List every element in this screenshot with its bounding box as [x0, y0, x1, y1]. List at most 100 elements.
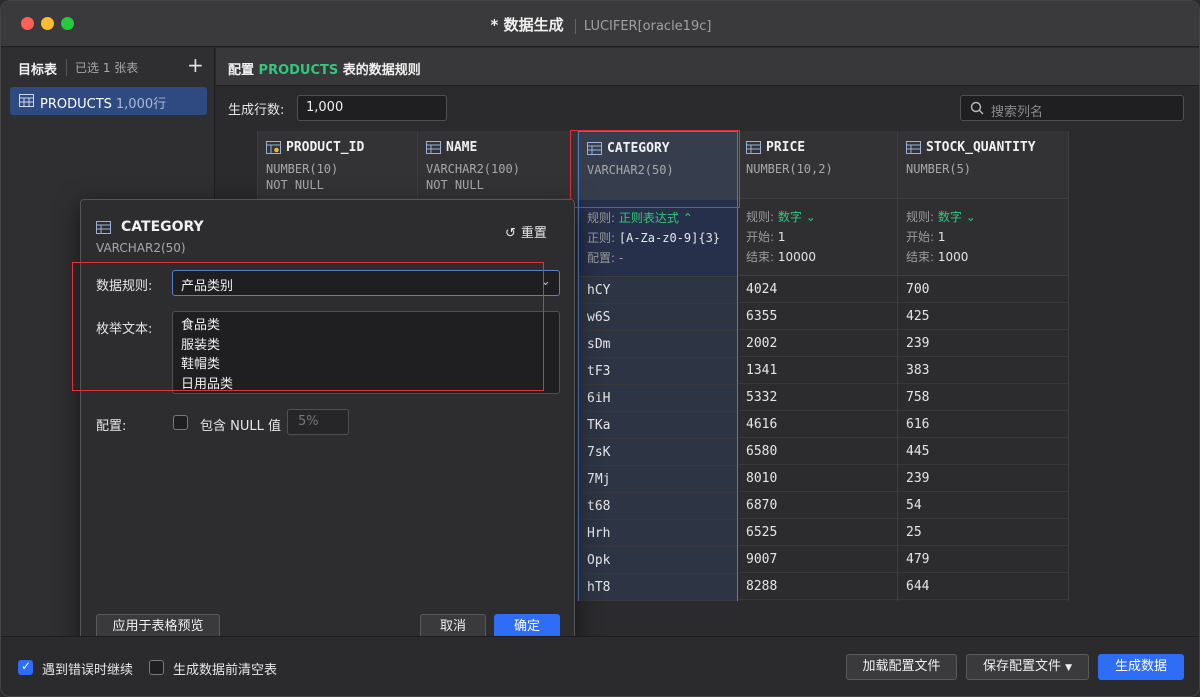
rule-line3-value: 10000	[777, 250, 817, 264]
save-config-button[interactable]: 保存配置文件 ▼	[966, 654, 1089, 680]
table-cell: w6S	[579, 304, 737, 331]
column-stock-quantity[interactable]: STOCK_QUANTITY NUMBER(5) 规则: 数字 ⌄ 开始: 1 …	[898, 131, 1069, 601]
table-cell: 644	[898, 573, 1068, 600]
column-name: NAME	[446, 140, 478, 155]
rule-label: 规则:	[587, 211, 616, 225]
column-rule-summary[interactable]: 规则: 数字 ⌄ 开始: 1 结束: 1000	[898, 199, 1068, 276]
table-cell: 8010	[738, 465, 897, 492]
table-cell: 6525	[738, 519, 897, 546]
table-cell: 239	[898, 465, 1068, 492]
table-cell: 425	[898, 303, 1068, 330]
clear-before-label: 生成数据前清空表	[173, 663, 278, 678]
rule-line3-label: 配置:	[587, 251, 616, 265]
table-cell: t68	[579, 493, 737, 520]
column-constraint: NOT NULL	[426, 178, 484, 192]
table-cell: 239	[898, 330, 1068, 357]
column-type: NUMBER(10,2)	[746, 162, 833, 176]
search-icon	[970, 101, 984, 119]
table-cell: 4024	[738, 276, 897, 303]
include-null-checkbox[interactable]	[173, 415, 188, 430]
table-cell: 6870	[738, 492, 897, 519]
load-config-button[interactable]: 加载配置文件	[846, 654, 957, 680]
generate-data-button[interactable]: 生成数据	[1098, 654, 1184, 680]
dialog-column-type: VARCHAR2(50)	[96, 241, 186, 255]
table-cell: 758	[898, 384, 1068, 411]
rule-line3-value: 1000	[937, 250, 969, 264]
plus-icon[interactable]: +	[187, 53, 204, 77]
column-name: PRICE	[766, 140, 806, 155]
table-icon	[746, 141, 761, 158]
rule-label: 规则:	[906, 210, 935, 224]
rule-line3-label: 结束:	[746, 250, 775, 264]
app-window: * 数据生成 LUCIFER[oracle19c] 目标表 已选 1 张表 + …	[0, 0, 1200, 697]
rule-line2-label: 开始:	[746, 230, 775, 244]
table-cell: 383	[898, 357, 1068, 384]
column-name: PRODUCT_ID	[286, 140, 365, 155]
continue-on-error-checkbox[interactable]	[18, 659, 33, 675]
clear-before-checkbox[interactable]	[149, 660, 164, 675]
column-header[interactable]: NAME VARCHAR2(100) NOT NULL	[418, 131, 577, 199]
reset-label: 重置	[520, 226, 547, 241]
table-cell: 8288	[738, 573, 897, 600]
rule-line2-value: 1	[937, 230, 946, 244]
column-type: NUMBER(5)	[906, 162, 972, 176]
table-cell: 616	[898, 411, 1068, 438]
null-percent-input[interactable]: 5%	[287, 409, 349, 435]
column-rule-dialog: CATEGORY VARCHAR2(50) ↺ 重置 数据规则: 产品类别 ⌄ 枚…	[72, 199, 575, 654]
table-cell: 5332	[738, 384, 897, 411]
window-title-text: * 数据生成	[490, 16, 564, 34]
table-cell: 7sK	[579, 439, 737, 466]
table-cell: 9007	[738, 546, 897, 573]
table-cell: 25	[898, 519, 1068, 546]
rule-line2-label: 开始:	[906, 230, 935, 244]
rowcount-label: 生成行数:	[228, 103, 285, 118]
column-name: STOCK_QUANTITY	[926, 140, 1036, 155]
chevron-down-icon[interactable]: ⌄	[966, 210, 976, 224]
table-cell: sDm	[579, 331, 737, 358]
rule-value[interactable]: 正则表达式	[619, 211, 679, 225]
table-cell: 479	[898, 546, 1068, 573]
config-field-label: 配置:	[96, 419, 127, 434]
highlight-box	[570, 130, 740, 208]
rule-line3-value: -	[618, 251, 624, 265]
chevron-down-icon[interactable]: ⌄	[806, 210, 816, 224]
column-rule-summary[interactable]: 规则: 正则表达式 ⌃ 正则: [A-Za-z0-9]{3} 配置: -	[579, 200, 737, 277]
column-header[interactable]: PRICE NUMBER(10,2)	[738, 131, 897, 199]
header-table-name: PRODUCTS	[258, 63, 339, 78]
table-cell: 6iH	[579, 385, 737, 412]
rowcount-input[interactable]: 1,000	[297, 95, 447, 121]
title-bar: * 数据生成 LUCIFER[oracle19c]	[1, 1, 1199, 47]
table-icon	[426, 141, 441, 158]
reset-icon: ↺	[505, 226, 516, 241]
column-rule-summary[interactable]: 规则: 数字 ⌄ 开始: 1 结束: 10000	[738, 199, 897, 276]
sidebar-item-label: PRODUCTS	[40, 97, 112, 112]
table-cell: 7Mj	[579, 466, 737, 493]
include-null-label: 包含 NULL 值	[200, 419, 281, 434]
reset-button[interactable]: ↺ 重置	[505, 222, 547, 241]
column-header[interactable]: PRODUCT_ID NUMBER(10) NOT NULL	[258, 131, 417, 199]
table-cell: 1341	[738, 357, 897, 384]
table-icon	[906, 141, 921, 158]
table-cell: 2002	[738, 330, 897, 357]
sidebar-heading: 目标表	[18, 63, 58, 78]
key-table-icon	[266, 141, 281, 158]
rule-line2-value: 1	[777, 230, 786, 244]
table-cell: hT8	[579, 574, 737, 601]
chevron-up-icon[interactable]: ⌃	[683, 211, 693, 225]
rule-line2-value: [A-Za-z0-9]{3}	[618, 231, 721, 245]
table-cell: 6580	[738, 438, 897, 465]
rule-value[interactable]: 数字	[938, 210, 962, 224]
column-header[interactable]: STOCK_QUANTITY NUMBER(5)	[898, 131, 1068, 199]
column-constraint: NOT NULL	[266, 178, 324, 192]
table-cell: tF3	[579, 358, 737, 385]
column-price[interactable]: PRICE NUMBER(10,2) 规则: 数字 ⌄ 开始: 1 结束: 10…	[738, 131, 898, 601]
table-cell: Opk	[579, 547, 737, 574]
connection-name: LUCIFER[oracle19c]	[574, 19, 712, 34]
sidebar-item-products[interactable]: PRODUCTS 1,000行	[10, 87, 207, 115]
table-cell: 445	[898, 438, 1068, 465]
rule-value[interactable]: 数字	[778, 210, 802, 224]
column-search-input[interactable]: 搜索列名	[960, 95, 1184, 121]
rule-label: 规则:	[746, 210, 775, 224]
window-title: * 数据生成 LUCIFER[oracle19c]	[1, 14, 1199, 35]
table-icon	[19, 94, 34, 111]
